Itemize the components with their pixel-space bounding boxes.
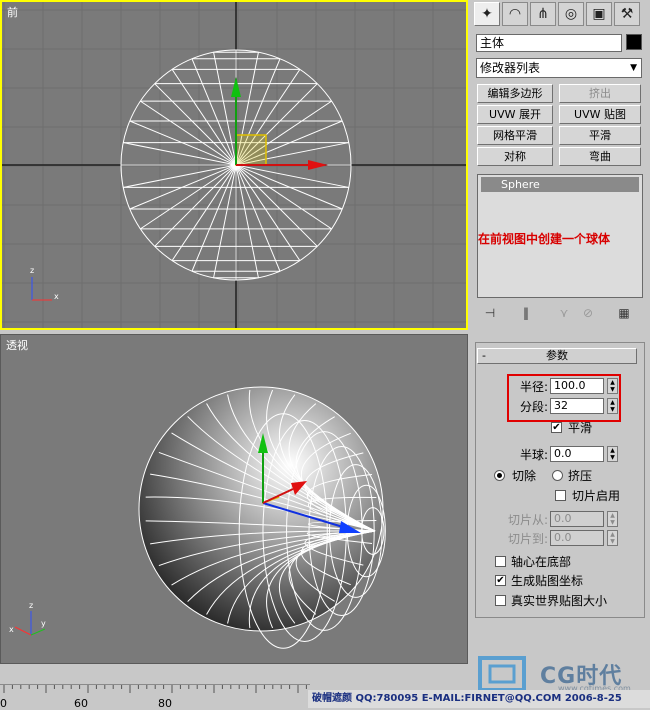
chop-radio[interactable] bbox=[494, 470, 505, 481]
persp-axis-x-label: x bbox=[9, 625, 14, 634]
slice-to-input[interactable]: 0.0 bbox=[550, 530, 604, 546]
bend-button[interactable]: 弯曲 bbox=[559, 147, 641, 166]
display-tab-icon[interactable]: ▣ bbox=[586, 2, 612, 26]
credits-bar: 破帽遮颜 QQ:780095 E-MAIL:FIRNET@QQ.COM 2006… bbox=[308, 690, 650, 708]
symmetry-button[interactable]: 对称 bbox=[477, 147, 553, 166]
front-axis-tripod bbox=[31, 277, 52, 301]
front-axis-x-label: x bbox=[54, 292, 59, 301]
hemisphere-spinner[interactable]: ▲ ▼ bbox=[607, 446, 618, 462]
timeline-tick-label: 60 bbox=[74, 697, 88, 710]
front-axis-z-label: z bbox=[30, 266, 35, 275]
stack-item-sphere[interactable]: Sphere bbox=[481, 177, 639, 192]
timeline-tick-label: 80 bbox=[158, 697, 172, 710]
remove-modifier-icon[interactable]: ⊘ bbox=[578, 304, 598, 322]
meshsmooth-button[interactable]: 网格平滑 bbox=[477, 126, 553, 145]
slice-on-label: 切片启用 bbox=[572, 489, 621, 503]
modifier-list-dropdown[interactable]: 修改器列表 ▼ bbox=[476, 58, 642, 78]
axis-tripod-x bbox=[14, 626, 32, 636]
cg-logo: CG时代 www.cgtimes.com bbox=[474, 654, 650, 694]
timeline-tick-label: 0 bbox=[0, 697, 7, 710]
front-viewport-label[interactable]: 前 bbox=[7, 4, 18, 20]
create-tab-icon[interactable]: ✦ bbox=[474, 2, 500, 26]
base-to-pivot-checkbox[interactable] bbox=[495, 556, 506, 567]
extrude-button[interactable]: 挤出 bbox=[559, 84, 641, 103]
perspective-viewport[interactable]: 透视 z x y bbox=[0, 334, 468, 664]
chop-label: 切除 bbox=[512, 469, 537, 483]
gizmo-y-arrow bbox=[231, 77, 241, 97]
segments-input[interactable]: 32 bbox=[550, 398, 604, 414]
cg-logo-icon bbox=[478, 656, 526, 692]
radius-label: 半径: bbox=[519, 380, 548, 394]
gen-mapping-checkbox[interactable]: ✔ bbox=[495, 575, 506, 586]
annotation-text: 在前视图中创建一个球体 bbox=[478, 232, 611, 246]
uvw-map-button[interactable]: UVW 贴图 bbox=[559, 105, 641, 124]
configure-sets-icon[interactable]: ▦ bbox=[614, 304, 634, 322]
squash-label: 挤压 bbox=[568, 469, 593, 483]
parameters-rollout-header[interactable]: - 参数 bbox=[477, 348, 637, 364]
smooth-label: 平滑 bbox=[568, 421, 593, 435]
uvw-unwrap-button[interactable]: UVW 展开 bbox=[477, 105, 553, 124]
hierarchy-tab-icon[interactable]: ⋔ bbox=[530, 2, 556, 26]
persp-axis-y-label: y bbox=[41, 619, 46, 628]
segments-spinner[interactable]: ▲ ▼ bbox=[607, 398, 618, 414]
gen-mapping-label: 生成贴图坐标 bbox=[511, 574, 584, 588]
base-to-pivot-label: 轴心在底部 bbox=[511, 555, 572, 569]
chevron-down-icon: ▼ bbox=[630, 63, 637, 73]
segments-label: 分段: bbox=[519, 400, 548, 414]
real-world-checkbox[interactable] bbox=[495, 595, 506, 606]
hemisphere-label: 半球: bbox=[519, 448, 548, 462]
make-unique-icon[interactable]: ⋎ bbox=[554, 304, 574, 322]
slice-to-label: 切片到: bbox=[507, 532, 548, 546]
radius-input[interactable]: 100.0 bbox=[550, 378, 604, 394]
radius-spinner[interactable]: ▲ ▼ bbox=[607, 378, 618, 394]
pin-stack-icon[interactable]: ⊣ bbox=[480, 304, 500, 322]
parameters-title: 参数 bbox=[546, 349, 568, 362]
modify-tab-icon[interactable]: ◠ bbox=[502, 2, 528, 26]
slice-to-spinner[interactable]: ▲ ▼ bbox=[607, 530, 618, 546]
real-world-label: 真实世界贴图大小 bbox=[511, 594, 608, 608]
show-end-result-icon[interactable]: ‖ bbox=[516, 304, 536, 322]
persp-axis-z-label: z bbox=[29, 601, 34, 610]
front-viewport[interactable]: 前 z x bbox=[0, 0, 468, 330]
modifier-list-label: 修改器列表 bbox=[480, 61, 541, 75]
slice-on-checkbox[interactable] bbox=[555, 490, 566, 501]
object-name-input[interactable]: 主体 bbox=[476, 34, 622, 52]
slice-from-spinner[interactable]: ▲ ▼ bbox=[607, 511, 618, 527]
front-viewport-canvas bbox=[2, 2, 466, 328]
hemisphere-input[interactable]: 0.0 bbox=[550, 446, 604, 462]
transform-plane-handle bbox=[235, 134, 267, 166]
utilities-tab-icon[interactable]: ⚒ bbox=[614, 2, 640, 26]
slice-from-input[interactable]: 0.0 bbox=[550, 511, 604, 527]
timeline-ticks bbox=[3, 685, 307, 693]
sphere-shaded bbox=[139, 387, 383, 631]
smooth-checkbox[interactable]: ✔ bbox=[551, 422, 562, 433]
motion-tab-icon[interactable]: ◎ bbox=[558, 2, 584, 26]
perspective-viewport-label[interactable]: 透视 bbox=[6, 337, 28, 353]
timeline-ruler[interactable]: 0 20 40 60 80 bbox=[0, 684, 310, 710]
object-color-swatch[interactable] bbox=[626, 34, 642, 50]
smooth-button[interactable]: 平滑 bbox=[559, 126, 641, 145]
perspective-viewport-canvas bbox=[14, 386, 386, 649]
edit-poly-button[interactable]: 编辑多边形 bbox=[477, 84, 553, 103]
axis-tripod-y bbox=[30, 628, 46, 636]
slice-from-label: 切片从: bbox=[507, 513, 548, 527]
squash-radio[interactable] bbox=[552, 470, 563, 481]
gizmo-x-arrow bbox=[308, 160, 328, 170]
